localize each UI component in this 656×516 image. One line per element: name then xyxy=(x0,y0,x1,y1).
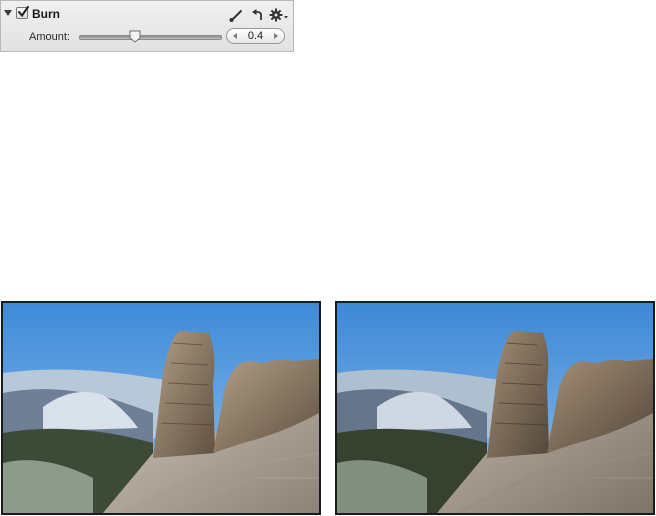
disclosure-triangle-icon[interactable] xyxy=(4,10,12,16)
burn-adjustment-panel: Burn Amount: 0.4 xyxy=(0,0,294,52)
increment-arrow-icon[interactable] xyxy=(274,33,278,39)
undo-icon[interactable] xyxy=(250,8,266,22)
gear-icon[interactable] xyxy=(269,8,289,22)
amount-slider[interactable] xyxy=(79,35,222,40)
photo-after xyxy=(335,301,655,515)
burn-enable-checkbox[interactable] xyxy=(16,6,29,19)
amount-slider-thumb[interactable] xyxy=(129,30,141,43)
amount-stepper[interactable]: 0.4 xyxy=(226,28,285,44)
brush-icon[interactable] xyxy=(228,8,244,22)
amount-value-field[interactable]: 0.4 xyxy=(241,30,270,42)
screenshot-root: Burn Amount: 0.4 xyxy=(0,0,656,516)
amount-label: Amount: xyxy=(29,31,70,43)
adjustment-title: Burn xyxy=(32,7,60,21)
checkmark-icon xyxy=(18,6,29,18)
decrement-arrow-icon[interactable] xyxy=(233,33,237,39)
photo-before xyxy=(1,301,321,515)
